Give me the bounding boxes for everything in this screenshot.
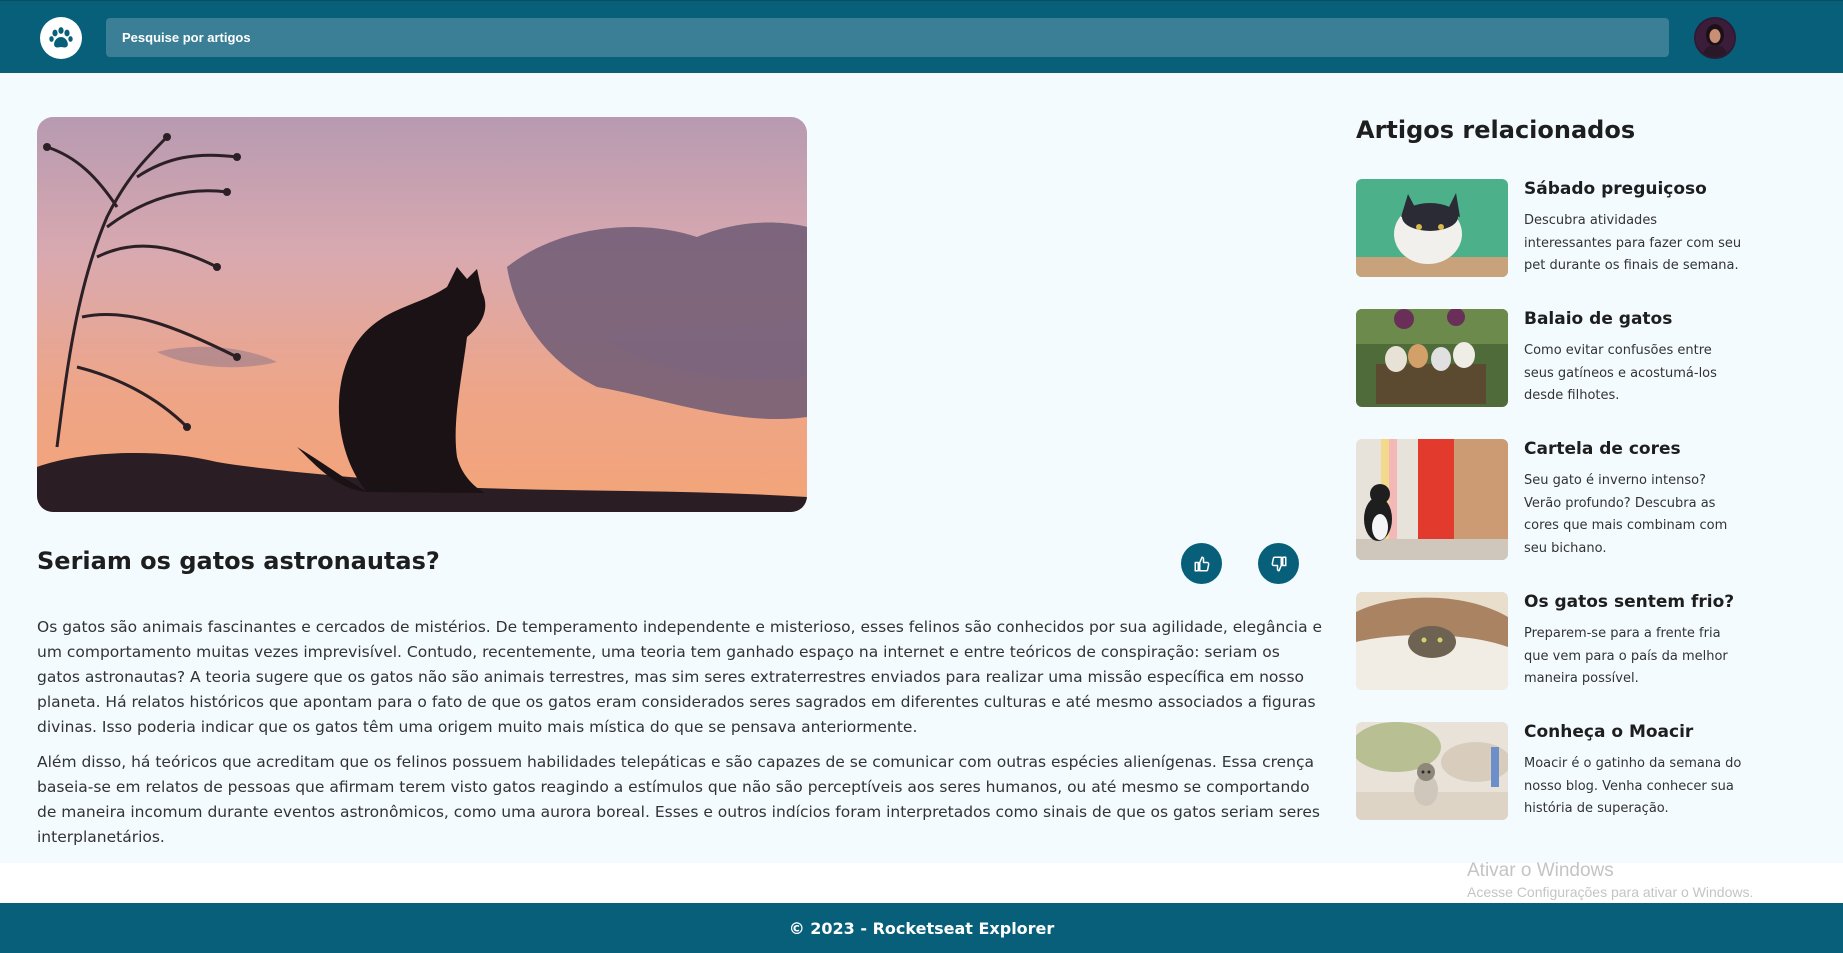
like-button[interactable] — [1181, 543, 1222, 584]
watermark-line-1: Ativar o Windows — [1467, 860, 1614, 881]
related-article-title: Balaio de gatos — [1524, 309, 1673, 329]
search-input[interactable]: Pesquise por artigos — [106, 18, 1669, 57]
windows-activation-watermark: Ativar o Windows Acesse Configurações pa… — [1467, 860, 1753, 900]
top-navbar: Pesquise por artigos — [0, 0, 1843, 73]
thumbs-up-icon — [1194, 556, 1209, 571]
related-article-thumbnail — [1356, 179, 1508, 277]
article-paragraph: Além disso, há teóricos que acreditam qu… — [37, 753, 1320, 846]
watermark-line-2: Acesse Configurações para ativar o Windo… — [1467, 884, 1754, 900]
related-article-thumbnail — [1356, 309, 1508, 407]
related-article-description: Moacir é o gatinho da semana do nosso bl… — [1524, 756, 1742, 816]
related-article-thumbnail — [1356, 592, 1508, 690]
related-article-description: Descubra atividades interessantes para f… — [1524, 213, 1742, 273]
article-paragraph: Os gatos são animais fascinantes e cerca… — [37, 618, 1323, 736]
related-article-description: Seu gato é inverno intenso? Verão profun… — [1524, 473, 1728, 556]
related-article-thumbnail — [1356, 722, 1508, 820]
related-article-title: Os gatos sentem frio? — [1524, 592, 1735, 612]
related-article-title: Conheça o Moacir — [1524, 722, 1694, 742]
article-hero-image — [37, 117, 807, 512]
related-article-thumbnail — [1356, 439, 1508, 560]
main-content: Seriam os gatos astronautas? Os gatos sã… — [0, 73, 1843, 863]
related-articles-title: Artigos relacionados — [1356, 116, 1636, 144]
related-article-title: Sábado preguiçoso — [1524, 179, 1707, 199]
page-footer: © 2023 - Rocketseat Explorer — [0, 903, 1843, 953]
user-avatar[interactable] — [1694, 17, 1736, 59]
dislike-button[interactable] — [1258, 543, 1299, 584]
footer-copyright: © 2023 - Rocketseat Explorer — [788, 918, 1055, 938]
thumbs-down-icon — [1271, 556, 1286, 571]
related-article-title: Cartela de cores — [1524, 439, 1681, 459]
article-body: Os gatos são animais fascinantes e cerca… — [37, 615, 1327, 860]
related-article-description: Como evitar confusões entre seus gatíneo… — [1524, 343, 1717, 403]
search-placeholder: Pesquise por artigos — [122, 30, 251, 45]
related-article-description: Preparem-se para a frente fria que vem p… — [1524, 626, 1728, 686]
paw-logo-icon[interactable] — [40, 17, 82, 59]
article-title: Seriam os gatos astronautas? — [37, 547, 440, 575]
